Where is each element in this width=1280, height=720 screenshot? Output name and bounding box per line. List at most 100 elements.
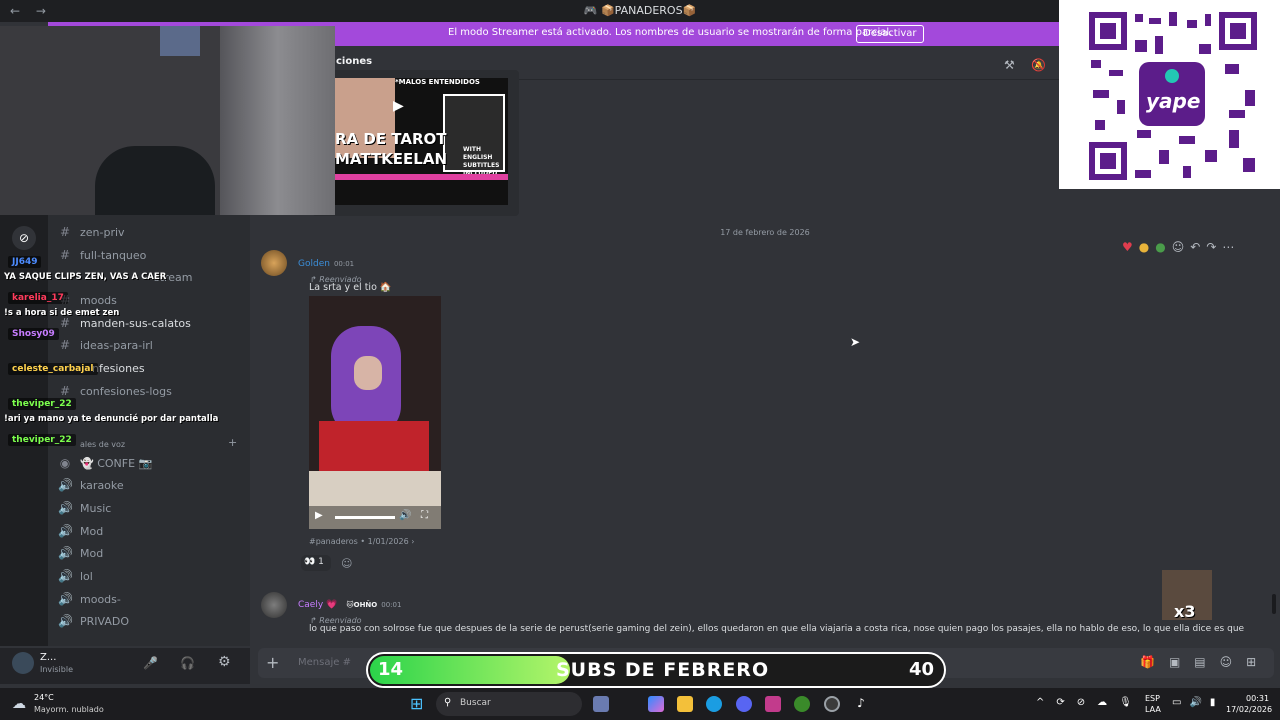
chevron-up-icon[interactable]: ^ bbox=[1036, 697, 1044, 708]
gif-icon[interactable]: ▣ bbox=[1169, 655, 1180, 669]
user-name[interactable]: Z... bbox=[40, 652, 56, 663]
file-explorer-icon[interactable] bbox=[677, 696, 693, 712]
xbox-icon[interactable] bbox=[794, 696, 810, 712]
qr-graphic: yape bbox=[1089, 12, 1257, 180]
mouse-cursor: ➤ bbox=[850, 335, 861, 349]
channel-label: lol bbox=[80, 569, 93, 583]
threads-icon[interactable]: ⚒ bbox=[1004, 58, 1015, 72]
emoji-reaction-icon[interactable]: ● bbox=[1155, 240, 1165, 254]
qr-brand: yape bbox=[1146, 89, 1200, 113]
headset-icon[interactable]: 🎧 bbox=[180, 656, 195, 670]
thumbnail-pink-bar bbox=[335, 174, 508, 180]
language-layout[interactable]: LAA bbox=[1145, 705, 1161, 714]
cloud-icon[interactable]: ☁ bbox=[1097, 697, 1107, 708]
discord-icon[interactable] bbox=[736, 696, 752, 712]
chat-username: JJ649 bbox=[8, 256, 42, 268]
add-reaction-icon[interactable]: ☺ bbox=[341, 557, 352, 570]
heart-reaction-icon[interactable]: ♥ bbox=[1122, 240, 1133, 254]
more-icon[interactable]: ⋯ bbox=[1222, 240, 1234, 254]
forward-source[interactable]: #panaderos • 1/01/2026 › bbox=[309, 537, 414, 546]
clock-time[interactable]: 00:31 bbox=[1246, 694, 1269, 703]
network-off-icon[interactable]: ⊘ bbox=[1077, 697, 1085, 708]
voice-channel-item[interactable]: 🔊 PRIVADO bbox=[58, 612, 129, 630]
apps-icon[interactable]: ⊞ bbox=[1246, 655, 1256, 669]
play-icon[interactable]: ▶ bbox=[315, 510, 323, 521]
volume-icon[interactable]: 🔊 bbox=[399, 510, 411, 521]
voice-channel-item[interactable]: 🔊 Mod bbox=[58, 522, 103, 540]
reply-icon[interactable]: ↶ bbox=[1190, 240, 1200, 254]
chat-username: theviper_22 bbox=[8, 434, 76, 446]
add-attachment-icon[interactable]: + bbox=[266, 653, 279, 672]
thumbnail-top-label: *MALOS ENTENDIDOS bbox=[395, 78, 480, 86]
avatar[interactable] bbox=[261, 250, 287, 276]
edge-icon[interactable] bbox=[706, 696, 722, 712]
channel-label: PRIVADO bbox=[80, 614, 129, 628]
channel-label: Music bbox=[80, 501, 112, 515]
sync-icon[interactable]: ⟳ bbox=[1056, 697, 1064, 708]
chat-message: !s a hora si de emet zen bbox=[4, 308, 120, 318]
chat-username: celeste_carbajal bbox=[8, 363, 98, 375]
voice-channel-item[interactable]: 🔊 moods- bbox=[58, 590, 121, 608]
speaker-icon: 🔊 bbox=[58, 546, 73, 560]
source-channel[interactable]: #panaderos bbox=[309, 537, 358, 546]
clock-date[interactable]: 17/02/2026 bbox=[1226, 705, 1272, 714]
video-thumbnail[interactable]: *MALOS ENTENDIDOS RA DE TAROT MATTKEELAN… bbox=[335, 78, 508, 205]
source-date: 1/01/2026 bbox=[367, 537, 409, 546]
voice-channel-item[interactable]: 🔊 lol bbox=[58, 567, 93, 585]
add-reaction-icon[interactable]: ☺ bbox=[1172, 240, 1185, 254]
channel-label: karaoke bbox=[80, 478, 124, 492]
composer-placeholder: Mensaje # bbox=[298, 657, 351, 668]
tiktok-icon[interactable]: ♪ bbox=[853, 696, 869, 712]
emoji-icon[interactable]: ☺ bbox=[1220, 655, 1233, 669]
voice-channel-item[interactable]: 🔊 karaoke bbox=[58, 476, 124, 494]
scrollbar-thumb[interactable] bbox=[1272, 594, 1276, 614]
channel-label: moods- bbox=[80, 592, 121, 606]
battery-icon: ▮ bbox=[1209, 697, 1216, 708]
forward-icon[interactable]: ↷ bbox=[1206, 240, 1216, 254]
seek-bar[interactable] bbox=[335, 516, 395, 519]
taskbar-search[interactable]: ⚲ Buscar bbox=[436, 692, 582, 716]
avatar[interactable] bbox=[12, 652, 34, 674]
mute-icon[interactable]: 🔕 bbox=[1031, 58, 1046, 72]
speaker-icon: 🔊 bbox=[58, 569, 73, 583]
copilot-icon[interactable] bbox=[648, 696, 664, 712]
settings-icon[interactable]: ⚙ bbox=[218, 654, 231, 670]
webcam-person bbox=[95, 146, 215, 215]
fullscreen-icon[interactable]: ⛶ bbox=[421, 510, 428, 521]
chat-message: YA SAQUE CLIPS ZEN, VAS A CAER bbox=[4, 272, 167, 282]
reaction-pill[interactable]: 👀 1 bbox=[301, 555, 331, 571]
start-icon[interactable]: ⊞ bbox=[410, 694, 423, 713]
server-icon[interactable]: ⊘ bbox=[12, 226, 36, 250]
channel-title: ciones bbox=[336, 56, 373, 67]
play-icon[interactable]: ▶ bbox=[393, 98, 404, 114]
quick-settings[interactable]: ▭ 🔊 ▮ bbox=[1172, 697, 1215, 708]
subs-goal-bar: 14 SUBS DE FEBRERO 40 bbox=[366, 652, 946, 688]
sticker-icon[interactable]: ▤ bbox=[1194, 655, 1205, 669]
sticker-text: x3 bbox=[1174, 602, 1196, 621]
video-subject-shirt bbox=[319, 421, 429, 471]
weather-icon[interactable]: ☁ bbox=[12, 696, 26, 712]
chat-username: theviper_22 bbox=[8, 398, 76, 410]
avatar[interactable] bbox=[261, 592, 287, 618]
video-attachment[interactable]: ▶ 🔊 ⛶ bbox=[309, 296, 441, 529]
microphone-icon[interactable]: 🎤 bbox=[143, 656, 158, 670]
channel-item[interactable]: # zen-priv bbox=[58, 223, 125, 241]
emoji-reaction-icon[interactable]: ● bbox=[1139, 240, 1149, 254]
deactivate-button[interactable]: Desactivar bbox=[856, 25, 924, 43]
microphone-icon[interactable]: 🎙 bbox=[1119, 697, 1132, 708]
voice-channel-item[interactable]: 🔊 Mod bbox=[58, 544, 103, 562]
volume-icon: 🔊 bbox=[1189, 697, 1202, 708]
yape-qr-code: yape bbox=[1059, 0, 1280, 189]
webcam-poster bbox=[160, 26, 200, 56]
streaming-app-icon[interactable] bbox=[765, 696, 781, 712]
subs-target: 40 bbox=[908, 659, 934, 680]
gift-icon[interactable]: 🎁 bbox=[1140, 655, 1155, 669]
voice-channel-item[interactable]: 🔊 Music bbox=[58, 499, 111, 517]
subs-current: 14 bbox=[378, 659, 404, 680]
language-code[interactable]: ESP bbox=[1145, 694, 1160, 703]
reaction-count: 1 bbox=[318, 557, 324, 567]
chrome-icon[interactable] bbox=[824, 696, 840, 712]
user-status: Invisible bbox=[40, 665, 73, 674]
task-view-icon[interactable] bbox=[593, 696, 609, 712]
eyes-emoji: 👀 bbox=[304, 557, 316, 567]
